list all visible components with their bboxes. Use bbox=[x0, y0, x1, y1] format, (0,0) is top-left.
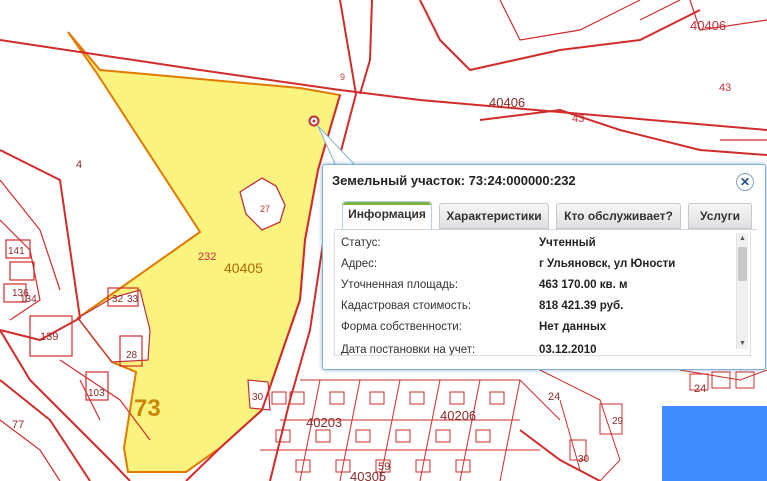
label-40206: 40206 bbox=[440, 408, 476, 423]
close-icon[interactable]: ✕ bbox=[736, 173, 754, 191]
scroll-down-icon[interactable]: ▼ bbox=[738, 339, 747, 348]
label-33: 33 bbox=[127, 294, 139, 305]
tab-who-serves[interactable]: Кто обслуживает? bbox=[556, 203, 681, 229]
tab-services[interactable]: Услуги bbox=[688, 203, 752, 229]
label-40406-top: 40406 bbox=[690, 18, 726, 33]
label-32: 32 bbox=[112, 294, 124, 305]
scroll-thumb[interactable] bbox=[738, 247, 747, 281]
scroll-up-icon[interactable]: ▲ bbox=[738, 234, 747, 243]
tab-information[interactable]: Информация bbox=[342, 201, 432, 230]
parcel-info-popup: Земельный участок: 73:24:000000:232 ✕ Ин… bbox=[322, 164, 766, 370]
tab-bar: Информация Характеристики Кто обслуживае… bbox=[334, 201, 754, 230]
label-134: 134 bbox=[20, 294, 37, 305]
label-30: 30 bbox=[252, 392, 264, 403]
region-label: 73 bbox=[134, 395, 161, 422]
label-40406-mid: 40406 bbox=[489, 95, 525, 110]
row-label-registration-date: Дата постановки на учет: bbox=[341, 344, 476, 356]
row-label-address: Адрес: bbox=[341, 258, 378, 270]
row-value-cadastral-value: 818 421.39 руб. bbox=[539, 300, 624, 312]
label-27: 27 bbox=[260, 204, 270, 214]
row-label-area: Уточненная площадь: bbox=[341, 279, 459, 291]
row-value-registration-date: 03.12.2010 bbox=[539, 344, 597, 356]
label-4: 4 bbox=[76, 159, 82, 171]
row-value-area: 463 170.00 кв. м bbox=[539, 279, 628, 291]
row-value-address: г Ульяновск, ул Юности bbox=[539, 258, 676, 270]
label-40405: 40405 bbox=[224, 260, 263, 276]
tab-characteristics[interactable]: Характеристики bbox=[439, 203, 549, 229]
row-value-ownership: Нет данных bbox=[539, 321, 607, 333]
label-59: 59 bbox=[378, 461, 390, 473]
row-label-ownership: Форма собственности: bbox=[341, 321, 462, 333]
label-40203: 40203 bbox=[306, 415, 342, 430]
blue-overlay-block bbox=[662, 406, 767, 481]
info-panel[interactable]: Статус: Учтенный Адрес: г Ульяновск, ул … bbox=[334, 231, 751, 356]
info-scrollbar[interactable]: ▲ ▼ bbox=[736, 233, 748, 349]
label-232: 232 bbox=[198, 251, 216, 263]
row-value-status: Учтенный bbox=[539, 237, 596, 249]
row-label-status: Статус: bbox=[341, 237, 381, 249]
label-43-a: 43 bbox=[719, 82, 731, 94]
marker-dot bbox=[312, 119, 316, 123]
label-29: 29 bbox=[612, 416, 624, 427]
label-28: 28 bbox=[126, 350, 138, 361]
label-77: 77 bbox=[12, 419, 24, 431]
row-label-cadastral-value: Кадастровая стоимость: bbox=[341, 300, 472, 312]
label-43-b: 43 bbox=[572, 113, 584, 125]
popup-title: Земельный участок: 73:24:000000:232 bbox=[332, 173, 576, 188]
label-24-b: 24 bbox=[694, 383, 706, 395]
label-141: 141 bbox=[8, 246, 25, 257]
label-103: 103 bbox=[88, 388, 105, 399]
label-9: 9 bbox=[340, 72, 345, 82]
label-30-b: 30 bbox=[578, 454, 590, 465]
label-24-a: 24 bbox=[548, 391, 560, 403]
label-139: 139 bbox=[40, 331, 58, 343]
tab-underline bbox=[334, 229, 757, 230]
